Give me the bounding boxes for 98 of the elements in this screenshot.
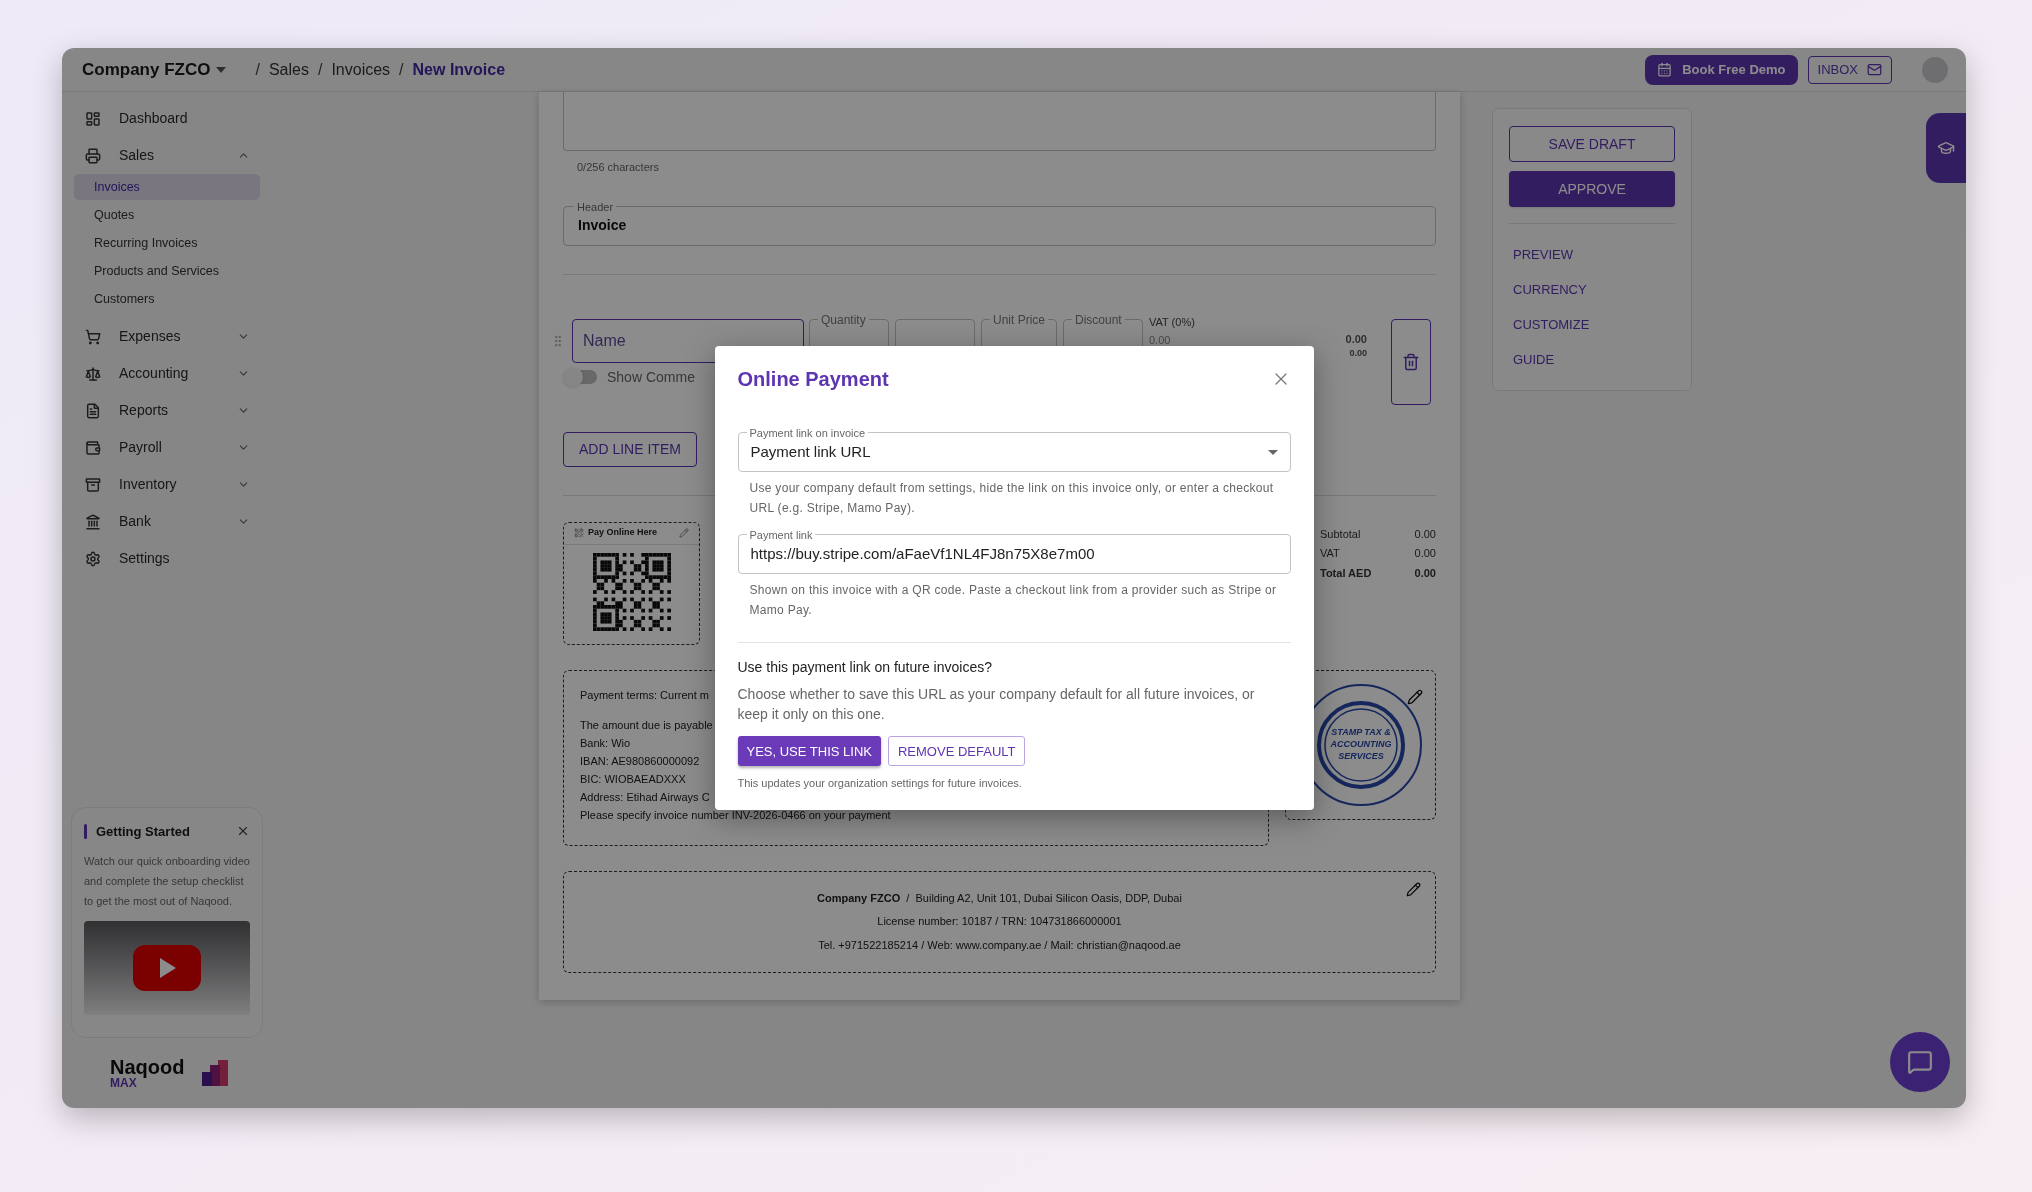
brand-tier-label: MAX <box>110 1077 137 1089</box>
sidebar-item[interactable]: Inventory <box>62 466 272 503</box>
description-text: Choose whether to save this URL as your company default for all future invoices, or keep it only on this one. <box>737 685 1256 725</box>
wallet-icon <box>85 439 101 456</box>
dashboard-icon <box>85 110 101 127</box>
logo-icon <box>202 1060 229 1086</box>
sidebar-item[interactable]: Bank <box>62 503 272 540</box>
character-counter: 0/256 characters <box>576 160 660 175</box>
total-value: 0.00 <box>1414 565 1436 581</box>
sidebar-subitem[interactable]: Recurring Invoices <box>74 230 260 256</box>
video-thumbnail-placeholder[interactable] <box>84 921 250 1015</box>
play-button-icon[interactable] <box>133 945 201 991</box>
sidebar-subitem[interactable]: Quotes <box>74 202 260 228</box>
action-link[interactable]: PREVIEW <box>1513 244 1675 265</box>
field-value: Invoice <box>578 216 627 235</box>
line-amount: 0.00 <box>1345 331 1367 347</box>
pay-online-box[interactable]: Pay Online Here <box>563 521 700 645</box>
payment-terms-line: Please specify invoice number INV-2026-0466 on your payment <box>580 807 891 823</box>
sidebar-item[interactable]: Payroll <box>62 429 272 466</box>
qr-icon <box>574 528 584 538</box>
accent-bar <box>84 823 87 839</box>
line-amount: 0.00 <box>1349 347 1367 360</box>
pay-online-label: Pay Online Here <box>588 526 658 540</box>
settings-icon <box>85 550 101 567</box>
total-value: 0.00 <box>1414 546 1436 561</box>
question-text: Use this payment link on future invoices? <box>737 658 993 678</box>
caret-icon <box>216 66 227 73</box>
note-text: This updates your organization settings for future invoices. <box>737 776 1023 792</box>
register-icon <box>85 147 101 164</box>
bank-icon <box>85 513 101 530</box>
remove-default-button[interactable]: REMOVE DEFAULT <box>887 736 1026 767</box>
sidebar-subitem[interactable]: Customers <box>74 286 260 312</box>
brand-name: Naqood <box>110 1057 185 1077</box>
helper-text: Use your company default from settings, hide the link on this invoice only, or enter a checkout URL (e.g. Stripe, Mamo Pay). <box>748 480 1275 518</box>
inbox-button[interactable]: INBOX <box>1807 55 1892 84</box>
breadcrumb-link[interactable]: Sales <box>268 57 309 82</box>
total-label: Total AED <box>1320 565 1372 581</box>
sidebar-item[interactable]: Dashboard <box>62 100 272 137</box>
card-text: Watch our quick onboarding video and complete the setup checklist to get the most out of Naqood. <box>84 854 250 909</box>
breadcrumb-link[interactable]: New Invoice <box>412 57 506 82</box>
edit-icon[interactable] <box>1407 688 1423 705</box>
trash-icon <box>1402 352 1420 371</box>
book-demo-button[interactable]: Book Free Demo <box>1645 54 1798 85</box>
total-label: Subtotal <box>1320 526 1361 542</box>
action-link[interactable]: CURRENCY <box>1513 279 1675 300</box>
footer-box[interactable]: Company FZCO / Building A2, Unit 101, Dubai Silicon Oasis, DDP, Dubai License number: 10187 / TRN: 104731866000001 Tel. +971522185214 / Web: www.company.ae / Mail: christian@naqood.ae <box>563 870 1436 973</box>
sidebar-item[interactable]: Expenses <box>62 318 272 355</box>
edit-icon[interactable] <box>1406 881 1421 897</box>
name-field[interactable]: Name <box>572 318 804 363</box>
sidebar-subitem[interactable]: Invoices <box>74 174 260 200</box>
sidebar-item[interactable]: Accounting <box>62 355 272 392</box>
total-value: 0.00 <box>1414 526 1436 542</box>
footer-line: Tel. +971522185214 / Web: www.company.ae / Mail: christian@naqood.ae <box>818 937 1181 953</box>
save-draft-button[interactable]: SAVE DRAFT <box>1509 126 1675 162</box>
field-value: https://buy.stripe.com/aFaeVf1NL4FJ8n75X8e7m00 <box>750 544 1095 564</box>
company-selector[interactable]: Company FZCO <box>82 56 227 83</box>
select-value: Payment link URL <box>750 442 871 462</box>
scale-icon <box>85 365 101 382</box>
total-label: VAT <box>1320 546 1340 561</box>
report-icon <box>85 402 101 419</box>
footer-line: License number: 10187 / TRN: 104731866000001 <box>877 914 1122 930</box>
breadcrumb-link[interactable]: Invoices <box>331 57 391 82</box>
sidebar-subitem[interactable]: Products and Services <box>74 258 260 284</box>
use-link-button[interactable]: YES, USE THIS LINK <box>737 736 881 767</box>
graduation-cap-icon <box>1937 139 1955 157</box>
caret-icon <box>1267 449 1278 455</box>
helper-text: Shown on this invoice with a QR code. Paste a checkout link from a provider such as Stripe or Mamo Pay. <box>748 582 1278 620</box>
cart-icon <box>85 328 101 345</box>
tutorial-tab[interactable] <box>1926 113 1966 183</box>
payment-terms-line: BIC: WIOBAEADXXX <box>580 771 686 787</box>
payment-terms-line: Payment terms: Current m <box>580 687 709 703</box>
sidebar-item[interactable]: Sales <box>62 137 272 174</box>
payment-terms-line: IBAN: AE980860000092 <box>580 753 700 769</box>
payment-terms-line: The amount due is payable <box>580 717 713 733</box>
archive-icon <box>85 476 101 493</box>
dialog-title: Online Payment <box>737 367 889 393</box>
payment-terms-line: Bank: Wio <box>580 735 631 751</box>
card-title: Getting Started <box>96 822 190 841</box>
mail-icon <box>1867 62 1882 77</box>
chat-button[interactable] <box>1890 1032 1950 1092</box>
sidebar-item[interactable]: Reports <box>62 392 272 429</box>
action-link[interactable]: GUIDE <box>1513 349 1675 370</box>
approve-button[interactable]: APPROVE <box>1509 171 1675 207</box>
vat-value: 0.00 <box>1149 333 1172 348</box>
payment-terms-line: Address: Etihad Airways C <box>580 789 710 805</box>
sidebar-item[interactable]: Settings <box>62 540 272 577</box>
delete-button[interactable] <box>1391 318 1431 405</box>
add-line-item-button[interactable]: ADD LINE ITEM <box>563 431 697 467</box>
calendar-icon <box>1657 62 1673 77</box>
chat-icon <box>1907 1049 1933 1075</box>
toggle-label: Show Comme <box>607 367 695 387</box>
breadcrumb-separator: / <box>317 59 323 80</box>
breadcrumb-separator: / <box>255 59 260 80</box>
action-link[interactable]: CUSTOMIZE <box>1513 314 1675 335</box>
footer-line: Company FZCO / Building A2, Unit 101, Dubai Silicon Oasis, DDP, Dubai <box>817 890 1182 906</box>
vat-label: VAT (0%) <box>1149 314 1195 330</box>
comments-toggle[interactable] <box>563 370 597 384</box>
breadcrumb-separator: / <box>399 59 404 80</box>
